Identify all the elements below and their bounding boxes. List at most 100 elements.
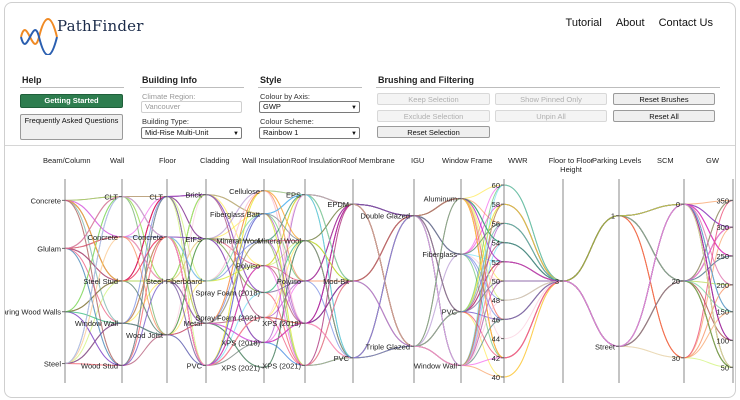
axis-tick-label: Polyiso	[277, 277, 301, 286]
axis-tick-label: 100	[716, 337, 729, 346]
axis-header[interactable]: Beam/Column	[43, 156, 91, 165]
axis-tick-label: Fiberglass	[422, 250, 457, 259]
axis-header[interactable]: SCM	[657, 156, 674, 165]
help-divider	[20, 87, 124, 88]
axis-tick-label: 30	[672, 354, 680, 363]
colour-axis-select[interactable]: GWP ▼	[259, 101, 360, 113]
axis-tick-label: Spray Foam (2021)	[195, 313, 260, 322]
axis-tick-label: XPS (2021)	[221, 363, 260, 372]
axis-tick-label: 50	[492, 277, 500, 286]
axis-header[interactable]: Roof Insulation	[291, 156, 341, 165]
axis-tick-label: 20	[672, 277, 680, 286]
axis-tick-label: XPS (2021)	[262, 361, 301, 370]
axis-tick-label: 44	[492, 335, 500, 344]
colour-scheme-label: Colour Scheme:	[260, 117, 314, 126]
reset-all-button[interactable]: Reset All	[613, 110, 715, 122]
nav-about[interactable]: About	[616, 17, 645, 29]
axis-tick-label: 3	[555, 277, 559, 286]
app-name: PathFinder	[57, 17, 144, 35]
axis-tick-label: Load Bearing Wood Walls	[5, 308, 61, 317]
axis-tick-label: Fiberboard	[166, 277, 202, 286]
axis-header[interactable]: Window Frame	[442, 156, 492, 165]
axis-tick-label: Concrete	[133, 233, 163, 242]
axis-tick-label: Concrete	[31, 196, 61, 205]
exclude-selection-button[interactable]: Exclude Selection	[377, 110, 490, 122]
axis-tick-label: Steel	[146, 277, 163, 286]
axis-header[interactable]: Cladding	[200, 156, 230, 165]
axis-tick-label: Brick	[185, 191, 202, 200]
faq-button[interactable]: Frequently Asked Questions	[20, 114, 123, 140]
axis-tick-label: 52	[492, 258, 500, 267]
style-divider	[258, 87, 362, 88]
axis-tick-label: 350	[716, 196, 729, 205]
unpin-all-button[interactable]: Unpin All	[495, 110, 607, 122]
axis-tick-label: Mineral Wool	[257, 237, 301, 246]
building-type-select[interactable]: Mid-Rise Multi-Unit ▼	[141, 127, 242, 139]
axis-tick-label: Mod-Bit	[323, 277, 350, 286]
axis-header[interactable]: Wall	[110, 156, 124, 165]
top-nav: Tutorial About Contact Us	[566, 17, 713, 29]
axis-tick-label: Spray Foam (2018)	[195, 289, 260, 298]
axis-tick-label: 150	[716, 308, 729, 317]
axis-tick-label: 56	[492, 219, 500, 228]
axis-tick-label: EPS	[286, 191, 301, 200]
building-info-divider	[140, 87, 244, 88]
brushing-divider	[376, 87, 720, 88]
axis-tick-label: CLT	[104, 193, 118, 202]
building-type-label: Building Type:	[142, 117, 189, 126]
chevron-down-icon: ▼	[233, 131, 239, 137]
axis-tick-label: 200	[716, 281, 729, 290]
axis-header[interactable]: Roof Membrane	[341, 156, 395, 165]
keep-selection-button[interactable]: Keep Selection	[377, 93, 490, 105]
axis-header[interactable]: Wall Insulation	[242, 156, 291, 165]
axis-header[interactable]: IGU	[411, 156, 424, 165]
axis-header[interactable]: Floor	[159, 156, 176, 165]
nav-contact[interactable]: Contact Us	[659, 17, 713, 29]
axis-tick-label: XPS (2018)	[262, 319, 301, 328]
axis-header[interactable]: GW	[706, 156, 719, 165]
axis-header[interactable]: Parking Levels	[592, 156, 641, 165]
axis-tick-label: Concrete	[88, 233, 118, 242]
axis-tick-label: Wood Joist	[126, 331, 164, 340]
record-line[interactable]	[64, 194, 734, 282]
axis-tick-label: 42	[492, 354, 500, 363]
axis-tick-label: EPDM	[327, 200, 349, 209]
show-pinned-button[interactable]: Show Pinned Only	[495, 93, 607, 105]
axis-tick-label: PVC	[442, 308, 458, 317]
axis-tick-label: PVC	[334, 354, 350, 363]
help-title: Help	[22, 75, 42, 85]
chevron-down-icon: ▼	[351, 105, 357, 111]
nav-tutorial[interactable]: Tutorial	[566, 17, 602, 29]
colour-scheme-select[interactable]: Rainbow 1 ▼	[259, 127, 360, 139]
getting-started-button[interactable]: Getting Started	[20, 94, 123, 108]
axis-tick-label: Fiberglass Batt	[210, 210, 261, 219]
axis-header[interactable]: WWR	[508, 156, 528, 165]
parallel-coordinates-plot[interactable]: Concrete Glulam Load Bearing Wood Walls Ste…	[5, 171, 736, 397]
axis-tick-label: Steel	[44, 360, 61, 369]
axis-tick-label: Triple Glazed	[366, 342, 410, 351]
axis-tick-label: Glulam	[37, 244, 61, 253]
axis-tick-label: 40	[492, 373, 500, 382]
colour-scheme-value: Rainbow 1	[263, 128, 299, 137]
climate-region-value: Vancouver	[145, 102, 181, 111]
reset-selection-button[interactable]: Reset Selection	[377, 126, 490, 138]
reset-brushes-button[interactable]: Reset Brushes	[613, 93, 715, 105]
axis-tick-label: 250	[716, 252, 729, 261]
app-frame: PathFinder Tutorial About Contact Us Hel…	[4, 2, 736, 398]
axis-tick-label: CLT	[149, 193, 163, 202]
axis-tick-label: 48	[492, 296, 500, 305]
style-title: Style	[260, 75, 282, 85]
axis-tick-label: PVC	[187, 361, 203, 370]
axis-tick-label: Window Wall	[75, 319, 118, 328]
axis-tick-label: Polyiso	[236, 262, 260, 271]
climate-region-select[interactable]: Vancouver	[141, 101, 242, 113]
axis-tick-label: 50	[721, 363, 729, 372]
axis-tick-label: 54	[492, 239, 500, 248]
axis-tick-label: Aluminum	[424, 194, 457, 203]
axis-tick-label: 1	[611, 212, 615, 221]
panel-divider	[5, 145, 735, 146]
axis-tick-label: 0	[676, 200, 680, 209]
chevron-down-icon: ▼	[351, 131, 357, 137]
axis-tick-label: Mineral Wool	[216, 237, 260, 246]
axis-tick-label: Double Glazed	[360, 212, 410, 221]
